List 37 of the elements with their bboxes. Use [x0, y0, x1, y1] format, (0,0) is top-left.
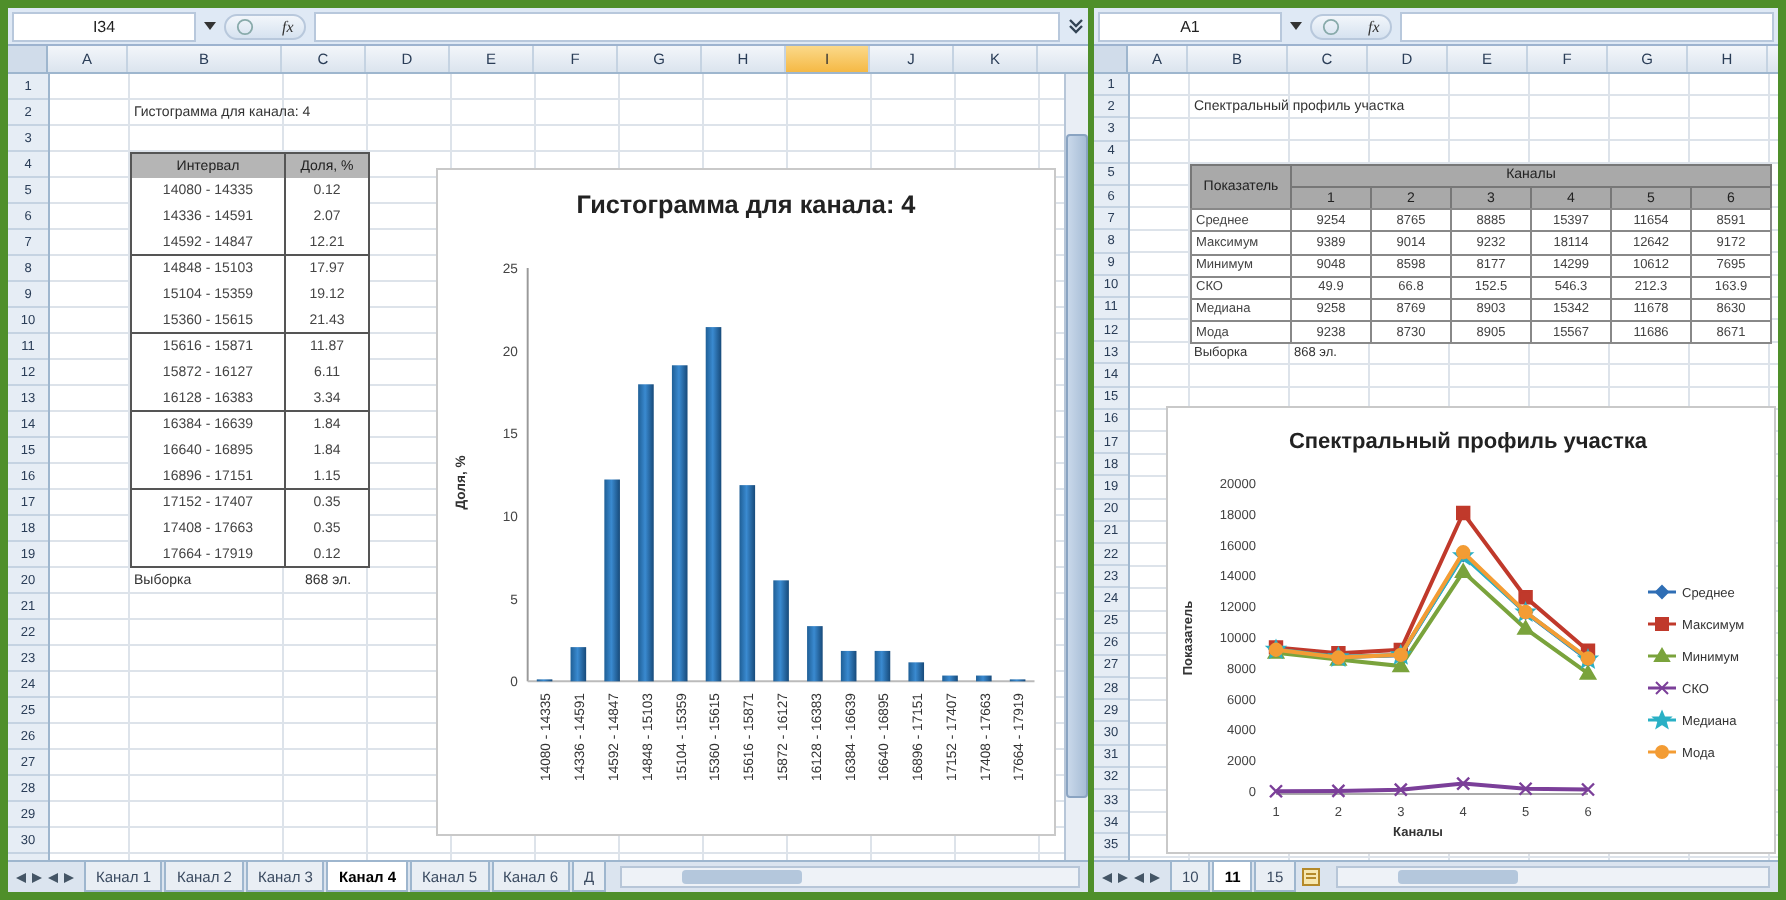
- point: [1393, 782, 1408, 797]
- formula-input[interactable]: [313, 11, 1060, 41]
- chart-title: Спектральный профиль участка: [1288, 430, 1648, 454]
- insert-function-button[interactable]: fx: [1310, 13, 1392, 39]
- point: [1517, 620, 1534, 635]
- point: [1331, 783, 1346, 799]
- scroll-thumb[interactable]: [682, 870, 803, 884]
- scroll-thumb[interactable]: [1066, 134, 1088, 798]
- legend-marker-icon: [1648, 709, 1676, 730]
- legend-marker-icon: [1648, 647, 1676, 662]
- point: [1580, 782, 1596, 797]
- point: [1579, 665, 1597, 680]
- caret-icon[interactable]: [1290, 22, 1302, 30]
- legend-marker-icon: [1648, 681, 1676, 695]
- name-box[interactable]: A1: [1098, 11, 1282, 41]
- scroll-bar[interactable]: [1064, 74, 1088, 860]
- legend-marker-icon: [1648, 584, 1676, 600]
- scroll-bar[interactable]: [1335, 866, 1770, 888]
- point: [1455, 563, 1472, 578]
- circle-icon: [1322, 17, 1340, 35]
- scroll-thumb[interactable]: [1397, 870, 1518, 884]
- point: [1518, 590, 1533, 605]
- legend-marker-icon: [1648, 745, 1676, 759]
- legend-marker-icon: [1648, 617, 1676, 631]
- scroll-bar[interactable]: [620, 866, 1080, 888]
- caret-icon[interactable]: [204, 22, 216, 30]
- circle-icon: [236, 17, 254, 35]
- point: [1456, 776, 1471, 791]
- name-box[interactable]: I34: [12, 11, 196, 41]
- insert-sheet-icon[interactable]: [1301, 868, 1322, 886]
- chart-title: Гистограмма для канала: 4: [576, 191, 916, 220]
- point: [1268, 784, 1284, 799]
- point: [1518, 781, 1533, 796]
- point: [1456, 505, 1471, 521]
- formula-input[interactable]: [1399, 11, 1774, 41]
- insert-function-button[interactable]: fx: [224, 13, 306, 39]
- expand-icon[interactable]: [1068, 18, 1084, 34]
